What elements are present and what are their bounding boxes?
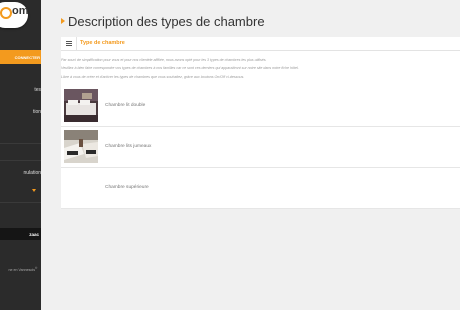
intro-line-2: Veuillez à bien faire correspondre vos t…: [61, 66, 299, 70]
title-arrow-icon: [61, 18, 65, 24]
room-row[interactable]: Chambre supérieure: [61, 168, 460, 209]
room-photo-double: [64, 89, 98, 122]
sidebar-divider: [0, 202, 41, 203]
room-photo-twin: [64, 130, 98, 163]
room-list: Chambre lit double Chambre lits jumeaux …: [61, 86, 460, 209]
logo-tail-icon: [16, 17, 27, 27]
page-title: Description des types de chambre: [68, 14, 265, 29]
tab-bar: Type de chambre: [61, 37, 460, 51]
chevron-down-icon[interactable]: [32, 189, 36, 192]
registered-mark: ®: [35, 266, 38, 270]
intro-line-1: Par souci de simplification pour vous et…: [61, 58, 267, 62]
room-row[interactable]: Chambre lit double: [61, 86, 460, 127]
sidebar-divider: [0, 160, 41, 161]
sidebar-item-active[interactable]: zaac: [0, 228, 41, 240]
room-label: Chambre supérieure: [105, 185, 149, 190]
logo[interactable]: om: [0, 2, 29, 28]
tab-room-type[interactable]: Type de chambre: [80, 40, 125, 46]
logo-mark-icon: [0, 7, 12, 19]
room-row[interactable]: Chambre lits jumeaux: [61, 127, 460, 168]
sidebar-item-2[interactable]: tion: [0, 109, 41, 115]
sidebar-item-1[interactable]: tes: [0, 87, 41, 93]
list-icon[interactable]: [66, 41, 72, 46]
logo-text: om: [12, 5, 29, 17]
sidebar-divider: [0, 143, 41, 144]
sidebar-item-3[interactable]: nulation: [0, 170, 41, 176]
connect-button[interactable]: CONNECTER: [0, 50, 41, 64]
room-label: Chambre lits jumeaux: [105, 144, 152, 149]
room-label: Chambre lit double: [105, 103, 146, 108]
intro-line-3: Libre à vous de créer et d'activer les t…: [61, 75, 245, 79]
tab-divider: [76, 37, 77, 50]
sidebar: om CONNECTER tes tion nulation zaac ne e…: [0, 0, 41, 310]
